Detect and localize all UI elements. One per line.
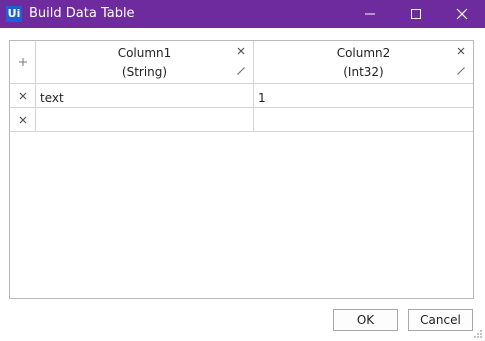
cancel-button[interactable]: Cancel	[408, 309, 473, 331]
edit-column-pencil-icon[interactable]	[236, 66, 246, 76]
minimize-button[interactable]	[347, 0, 393, 28]
cell-value: text	[40, 91, 64, 105]
add-column-cell[interactable]	[10, 41, 36, 84]
delete-row-cell[interactable]	[10, 84, 36, 108]
close-button[interactable]	[439, 0, 485, 28]
delete-column-icon[interactable]	[457, 47, 465, 55]
resize-grip-icon[interactable]	[473, 329, 483, 339]
title-bar: Ui Build Data Table	[0, 0, 485, 28]
minimize-icon	[365, 13, 375, 15]
column-type: (Int32)	[343, 65, 384, 79]
ok-button[interactable]: OK	[333, 309, 398, 331]
x-icon[interactable]	[19, 92, 27, 100]
edit-column-pencil-icon[interactable]	[456, 66, 466, 76]
maximize-button[interactable]	[393, 0, 439, 28]
data-table-grid: Column1 (String) Column2 (Int32) text 1	[9, 40, 474, 299]
close-icon	[456, 8, 468, 20]
table-cell[interactable]	[36, 108, 254, 132]
column-header-1[interactable]: Column1 (String)	[36, 41, 254, 84]
column-header-2[interactable]: Column2 (Int32)	[254, 41, 473, 84]
cell-value: 1	[258, 91, 266, 105]
table-cell[interactable]	[254, 108, 473, 132]
maximize-icon	[411, 9, 421, 19]
x-icon[interactable]	[19, 116, 27, 124]
delete-column-icon[interactable]	[237, 47, 245, 55]
uipath-logo-icon: Ui	[6, 6, 22, 22]
table-cell[interactable]: text	[36, 84, 254, 108]
delete-row-cell[interactable]	[10, 108, 36, 132]
window-title: Build Data Table	[29, 6, 135, 21]
table-cell[interactable]: 1	[254, 84, 473, 108]
column-name: Column1	[117, 46, 172, 60]
plus-icon[interactable]	[18, 57, 28, 67]
column-name: Column2	[336, 46, 391, 60]
column-type: (String)	[121, 65, 168, 79]
